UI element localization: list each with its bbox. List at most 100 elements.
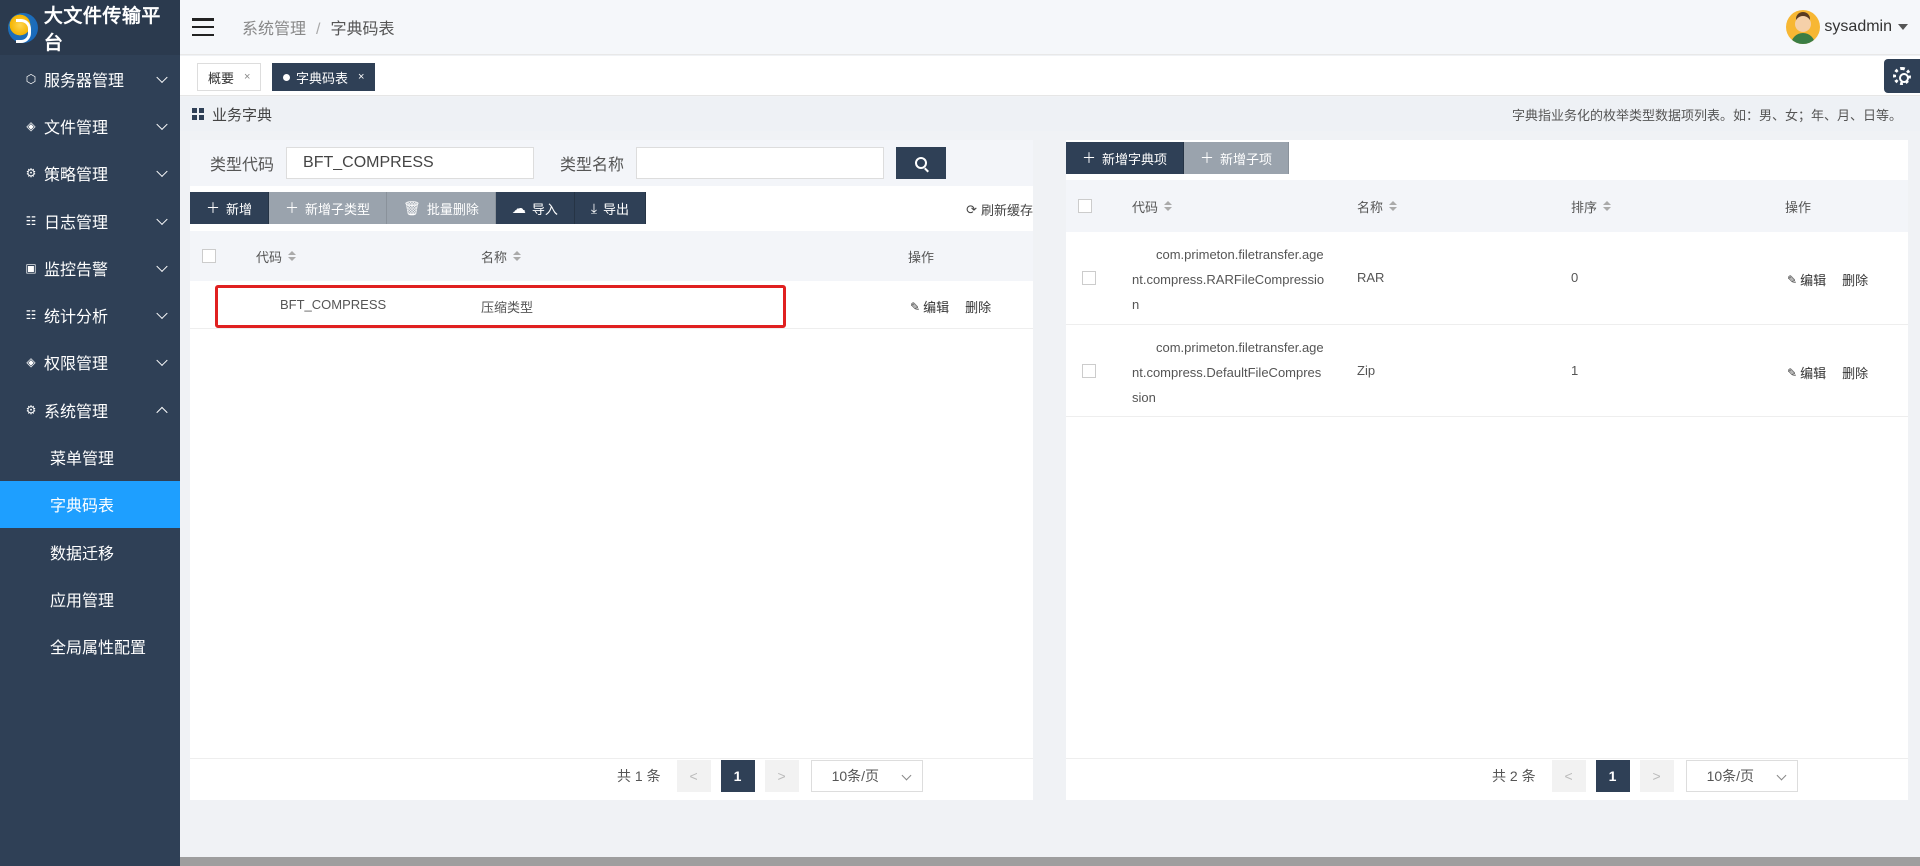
page-size-select[interactable]: 10条/页: [1685, 760, 1798, 792]
header: 系统管理 / 字典码表 sysadmin: [180, 0, 1920, 55]
row-checkbox[interactable]: [1082, 364, 1096, 378]
export-button[interactable]: ⤓ 导出: [574, 192, 647, 224]
sidebar-item-monitor[interactable]: ▣ 监控告警: [0, 244, 180, 291]
table-row[interactable]: com.primeton.filetransfer.age nt.compres…: [1066, 325, 1908, 417]
sidebar-subitem-dictionary[interactable]: 字典码表: [0, 480, 180, 528]
sidebar-item-system[interactable]: ⚙ 系统管理: [0, 386, 180, 433]
column-code[interactable]: 代码: [1132, 197, 1173, 216]
column-label: 排序: [1571, 199, 1598, 215]
column-label: 名称: [481, 249, 508, 265]
delete-button[interactable]: 删除: [1842, 363, 1868, 382]
add-dict-item-label: 新增字典项: [1102, 151, 1168, 167]
column-name[interactable]: 名称: [1357, 197, 1398, 216]
add-label: 新增: [226, 201, 253, 217]
close-icon[interactable]: ×: [244, 71, 250, 83]
caret-down-icon: [1898, 24, 1908, 30]
sidebar-item-server[interactable]: ⬡ 服务器管理: [0, 55, 180, 102]
sidebar-subitem-global-config[interactable]: 全局属性配置: [0, 623, 180, 670]
menu-toggle-icon[interactable]: [192, 18, 214, 36]
add-child-item-button[interactable]: ＋ 新增子项: [1184, 142, 1290, 174]
sidebar-item-file[interactable]: ◈ 文件管理: [0, 102, 180, 149]
sidebar-subitem-app[interactable]: 应用管理: [0, 575, 180, 622]
table-row[interactable]: com.primeton.filetransfer.age nt.compres…: [1066, 232, 1908, 325]
sidebar-item-label: 权限管理: [44, 356, 109, 374]
cell-code: com.primeton.filetransfer.age nt.compres…: [1132, 242, 1332, 317]
tab-dictionary[interactable]: 字典码表 ×: [272, 63, 376, 91]
grid-icon: [192, 108, 204, 120]
type-name-input[interactable]: [636, 147, 885, 179]
horizontal-scrollbar[interactable]: [180, 857, 1920, 866]
sidebar-item-policy[interactable]: ⚙ 策略管理: [0, 150, 180, 197]
sidebar-item-label: 文件管理: [44, 119, 109, 137]
prev-page-button[interactable]: <: [1551, 760, 1586, 792]
sort-icon: [1164, 201, 1173, 211]
column-action: 操作: [1785, 199, 1812, 215]
filter-bar: 类型代码 BFT_COMPRESS 类型名称: [190, 140, 1033, 186]
import-button[interactable]: ☁ 导入: [495, 192, 575, 224]
settings-button[interactable]: [1884, 59, 1920, 93]
row-actions: ✎ 编辑 删除: [910, 297, 991, 316]
column-sort[interactable]: 排序: [1571, 197, 1612, 216]
row-checkbox[interactable]: [1082, 271, 1096, 285]
add-subtype-button[interactable]: ＋ 新增子类型: [269, 192, 388, 224]
edit-button[interactable]: ✎ 编辑: [910, 297, 949, 316]
close-icon[interactable]: ×: [358, 71, 364, 83]
section-header: 业务字典 字典指业务化的枚举类型数据项列表。如：男、女；年、月、日等。: [180, 97, 1920, 131]
sidebar-subitem-menu[interactable]: 菜单管理: [0, 433, 180, 480]
cell-name: Zip: [1357, 363, 1376, 378]
page-number[interactable]: 1: [1595, 760, 1630, 792]
layers-icon: ◈: [26, 355, 36, 370]
breadcrumb-parent[interactable]: 系统管理: [242, 21, 306, 38]
select-all-checkbox[interactable]: [202, 249, 216, 263]
type-code-input[interactable]: BFT_COMPRESS: [286, 147, 535, 179]
add-subtype-label: 新增子类型: [305, 201, 371, 217]
batch-delete-label: 批量删除: [426, 201, 479, 217]
prev-page-button[interactable]: <: [676, 760, 711, 792]
sidebar-item-label: 统计分析: [44, 309, 109, 327]
tab-label: 概要: [208, 70, 235, 86]
sidebar-item-log[interactable]: ☷ 日志管理: [0, 197, 180, 244]
user-menu[interactable]: sysadmin: [1786, 10, 1908, 44]
column-code[interactable]: 代码: [256, 247, 297, 266]
search-button[interactable]: [896, 147, 947, 179]
sidebar-item-permission[interactable]: ◈ 权限管理: [0, 339, 180, 386]
next-page-button[interactable]: >: [1639, 760, 1674, 792]
gear-icon: ⚙: [25, 166, 37, 181]
sidebar-item-stats[interactable]: ☷ 统计分析: [0, 291, 180, 338]
edit-button[interactable]: ✎ 编辑: [1787, 363, 1826, 382]
type-code-label: 类型代码: [210, 157, 275, 174]
tab-overview[interactable]: 概要 ×: [197, 63, 262, 91]
batch-delete-button[interactable]: 🗑 批量删除: [387, 192, 496, 224]
tab-label: 字典码表: [296, 70, 349, 86]
chevron-down-icon: [156, 260, 168, 272]
add-button[interactable]: ＋ 新增: [190, 192, 270, 224]
edit-label: 编辑: [923, 300, 950, 315]
pagination: 共 1 条 < 1 > 10条/页: [617, 760, 923, 792]
plus-icon: ＋: [285, 200, 300, 216]
list-icon: ☷: [25, 308, 37, 323]
cell-sort: 0: [1571, 270, 1579, 285]
sidebar-subitem-migration[interactable]: 数据迁移: [0, 528, 180, 575]
delete-button[interactable]: 删除: [965, 297, 991, 316]
avatar: [1786, 10, 1821, 44]
list-icon: ☷: [25, 213, 37, 228]
add-dict-item-button[interactable]: ＋ 新增字典项: [1066, 142, 1185, 174]
select-all-checkbox[interactable]: [1078, 199, 1092, 213]
sort-icon: [513, 251, 522, 261]
sidebar-item-label: 系统管理: [44, 403, 109, 421]
row-actions: ✎ 编辑 删除: [1787, 270, 1868, 289]
page-number[interactable]: 1: [720, 760, 755, 792]
column-name[interactable]: 名称: [481, 247, 522, 266]
next-page-button[interactable]: >: [764, 760, 799, 792]
page-size-select[interactable]: 10条/页: [810, 760, 923, 792]
sidebar: 大文件传输平台 ⬡ 服务器管理 ◈ 文件管理 ⚙ 策略管理 ☷ 日志管理 ▣ 监…: [0, 0, 180, 866]
refresh-cache-button[interactable]: ⟳ 刷新缓存: [966, 200, 1033, 219]
plus-icon: ＋: [1082, 150, 1096, 166]
delete-button[interactable]: 删除: [1842, 270, 1868, 289]
edit-label: 编辑: [1800, 273, 1827, 288]
trash-icon: 🗑: [403, 199, 421, 216]
cell-code-line: com.primeton.filetransfer.age: [1156, 247, 1324, 262]
edit-button[interactable]: ✎ 编辑: [1787, 270, 1826, 289]
column-action: 操作: [908, 249, 935, 265]
table-header: 代码 名称 排序 操作: [1066, 180, 1908, 232]
